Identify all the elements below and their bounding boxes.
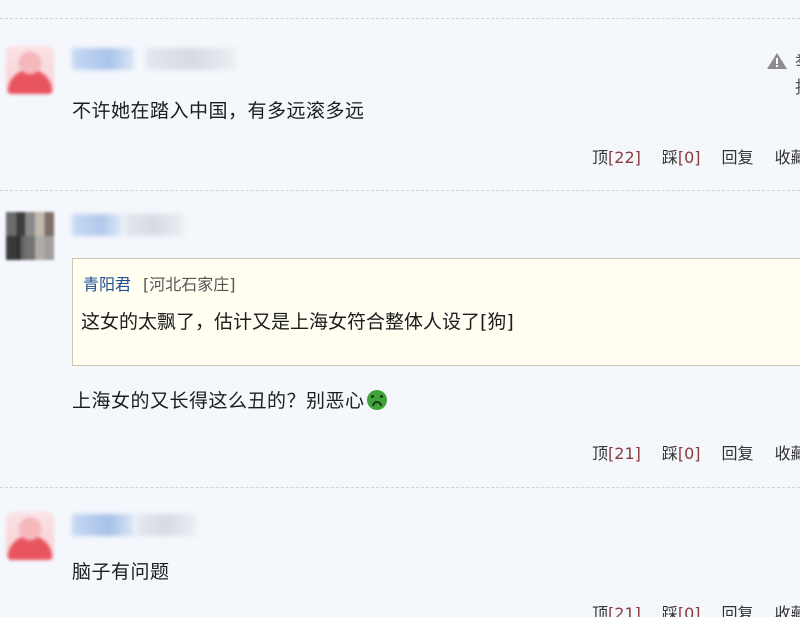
comment-text: 不许她在踏入中国，有多远滚多远 bbox=[72, 100, 365, 122]
upvote-button[interactable]: 顶[22] bbox=[592, 144, 641, 168]
comment-actions: 顶[21] 踩[0] 回复 收藏 bbox=[592, 600, 800, 617]
quoted-location: [河北石家庄] bbox=[143, 275, 236, 294]
collect-button[interactable]: 收藏 bbox=[775, 440, 800, 464]
divider bbox=[0, 487, 800, 488]
reply-button[interactable]: 回复 bbox=[722, 440, 754, 464]
downvote-count: [0] bbox=[677, 604, 701, 617]
quoted-comment: 青阳君 [河北石家庄] 这女的太飘了，估计又是上海女符合整体人设了[狗] bbox=[72, 258, 800, 366]
username[interactable] bbox=[72, 514, 134, 536]
downvote-label: 踩 bbox=[661, 604, 678, 617]
reply-button[interactable]: 回复 bbox=[722, 144, 754, 168]
divider bbox=[0, 190, 800, 191]
upvote-label: 顶 bbox=[592, 148, 609, 167]
reply-button[interactable]: 回复 bbox=[722, 600, 754, 617]
downvote-label: 踩 bbox=[661, 444, 678, 463]
upvote-label: 顶 bbox=[592, 444, 609, 463]
avatar[interactable] bbox=[6, 46, 54, 94]
nauseated-face-icon bbox=[366, 390, 387, 410]
comment-meta bbox=[124, 214, 184, 236]
avatar[interactable] bbox=[6, 512, 54, 560]
downvote-button[interactable]: 踩[0] bbox=[662, 144, 701, 168]
downvote-button[interactable]: 踩[0] bbox=[662, 440, 701, 464]
upvote-label: 顶 bbox=[592, 604, 609, 617]
collect-button[interactable]: 收藏 bbox=[775, 144, 800, 168]
avatar[interactable] bbox=[6, 212, 54, 260]
upvote-count: [21] bbox=[608, 444, 641, 463]
comment-actions: 顶[22] 踩[0] 回复 收藏 bbox=[592, 144, 800, 168]
upvote-count: [21] bbox=[608, 604, 641, 617]
divider bbox=[0, 18, 800, 19]
upvote-count: [22] bbox=[608, 148, 641, 167]
quoted-text: 这女的太飘了，估计又是上海女符合整体人设了[狗] bbox=[81, 311, 514, 333]
upvote-button[interactable]: 顶[21] bbox=[592, 600, 641, 617]
comment-text: 上海女的又长得这么丑的？别恶心 bbox=[72, 390, 365, 412]
comment-text-wrap: 上海女的又长得这么丑的？别恶心 bbox=[72, 386, 387, 413]
comment-meta bbox=[146, 48, 236, 70]
downvote-count: [0] bbox=[677, 148, 701, 167]
collect-button[interactable]: 收藏 bbox=[775, 600, 800, 617]
username[interactable] bbox=[72, 214, 122, 236]
warning-triangle-icon[interactable] bbox=[766, 52, 788, 70]
comment-list: 举报 不许她在踏入中国，有多远滚多远 顶[22] 踩[0] 回复 收藏 青阳君 … bbox=[0, 0, 800, 617]
downvote-button[interactable]: 踩[0] bbox=[662, 600, 701, 617]
comment-text: 脑子有问题 bbox=[72, 561, 170, 583]
downvote-count: [0] bbox=[677, 444, 701, 463]
upvote-button[interactable]: 顶[21] bbox=[592, 440, 641, 464]
quoted-username[interactable]: 青阳君 bbox=[83, 271, 131, 295]
comment-actions: 顶[21] 踩[0] 回复 收藏 bbox=[592, 440, 800, 464]
downvote-label: 踩 bbox=[661, 148, 678, 167]
username[interactable] bbox=[72, 48, 134, 70]
comment-meta bbox=[136, 514, 196, 536]
report-link[interactable]: 举报 bbox=[795, 48, 800, 98]
